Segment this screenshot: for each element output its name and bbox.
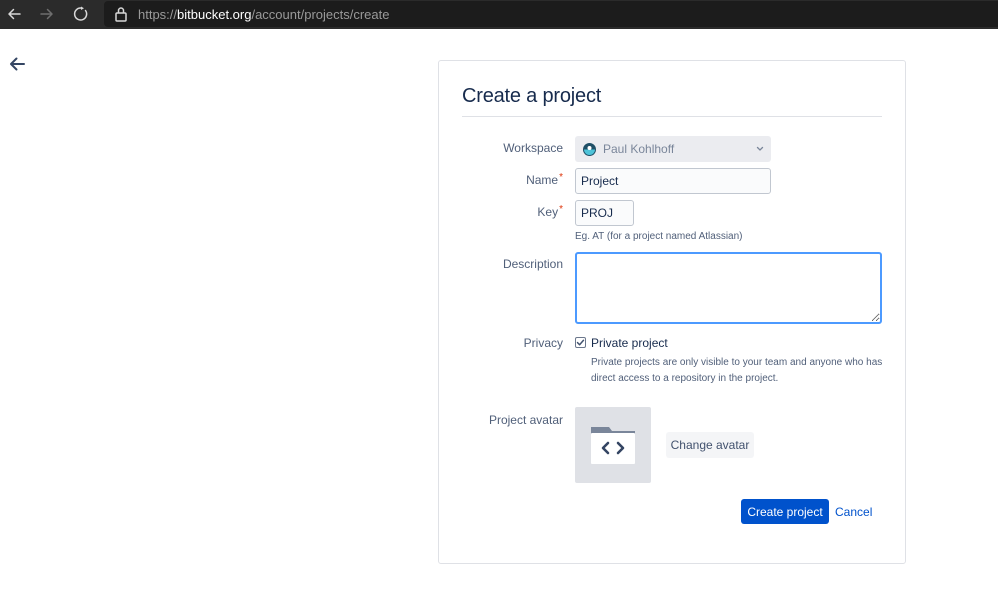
key-hint: Eg. AT (for a project named Atlassian): [575, 231, 743, 242]
privacy-label: Privacy: [524, 336, 563, 350]
browser-forward-button[interactable]: [37, 4, 57, 24]
key-label: Key*: [537, 204, 563, 219]
reload-icon: [73, 6, 88, 21]
required-marker: *: [559, 204, 563, 215]
privacy-label-text: Privacy: [523, 336, 563, 350]
workspace-label: Workspace: [503, 141, 563, 155]
required-marker: *: [559, 172, 563, 183]
cancel-link[interactable]: Cancel: [835, 505, 872, 519]
page-title: Create a project: [462, 85, 602, 107]
arrow-right-icon: [40, 8, 53, 20]
arrow-left-icon: [10, 57, 25, 71]
browser-toolbar: https://bitbucket.org/account/projects/c…: [0, 0, 998, 29]
description-textarea[interactable]: [575, 252, 882, 324]
project-avatar-label-text: Project avatar: [488, 413, 563, 427]
check-icon: [576, 339, 585, 346]
address-bar[interactable]: https://bitbucket.org/account/projects/c…: [104, 1, 998, 27]
folder-code-icon: [591, 427, 635, 464]
name-label-text: Name: [526, 173, 559, 187]
key-label-text: Key: [537, 205, 559, 219]
url-host: bitbucket.org: [177, 7, 252, 22]
create-project-card: Create a project Workspace Paul Kohlhoff…: [438, 60, 906, 564]
description-label: Description: [503, 257, 563, 271]
workspace-avatar-icon: [583, 142, 596, 156]
private-project-checkbox[interactable]: [575, 337, 586, 348]
create-project-button[interactable]: Create project: [741, 499, 829, 524]
description-label-text: Description: [502, 257, 563, 271]
workspace-select[interactable]: Paul Kohlhoff: [575, 136, 771, 162]
browser-reload-button[interactable]: [71, 4, 91, 24]
name-input[interactable]: [575, 168, 771, 194]
arrow-left-icon: [8, 8, 21, 20]
change-avatar-button[interactable]: Change avatar: [666, 432, 754, 458]
private-project-label[interactable]: Private project: [591, 336, 668, 350]
key-input[interactable]: [575, 200, 634, 226]
workspace-label-text: Workspace: [503, 141, 563, 155]
url-scheme: https://: [138, 7, 178, 22]
chevron-down-icon: [756, 146, 764, 151]
lock-icon: [115, 7, 127, 22]
workspace-value: Paul Kohlhoff: [603, 142, 675, 156]
title-divider: [462, 116, 882, 117]
project-avatar: [575, 407, 651, 483]
project-avatar-label: Project avatar: [489, 413, 563, 427]
privacy-help-text: Private projects are only visible to you…: [591, 357, 883, 384]
page-back-button[interactable]: [6, 53, 28, 75]
name-label: Name*: [526, 172, 563, 187]
url-path: /account/projects/create: [251, 7, 390, 22]
url-text: https://bitbucket.org/account/projects/c…: [138, 7, 390, 22]
browser-back-button[interactable]: [4, 4, 24, 24]
